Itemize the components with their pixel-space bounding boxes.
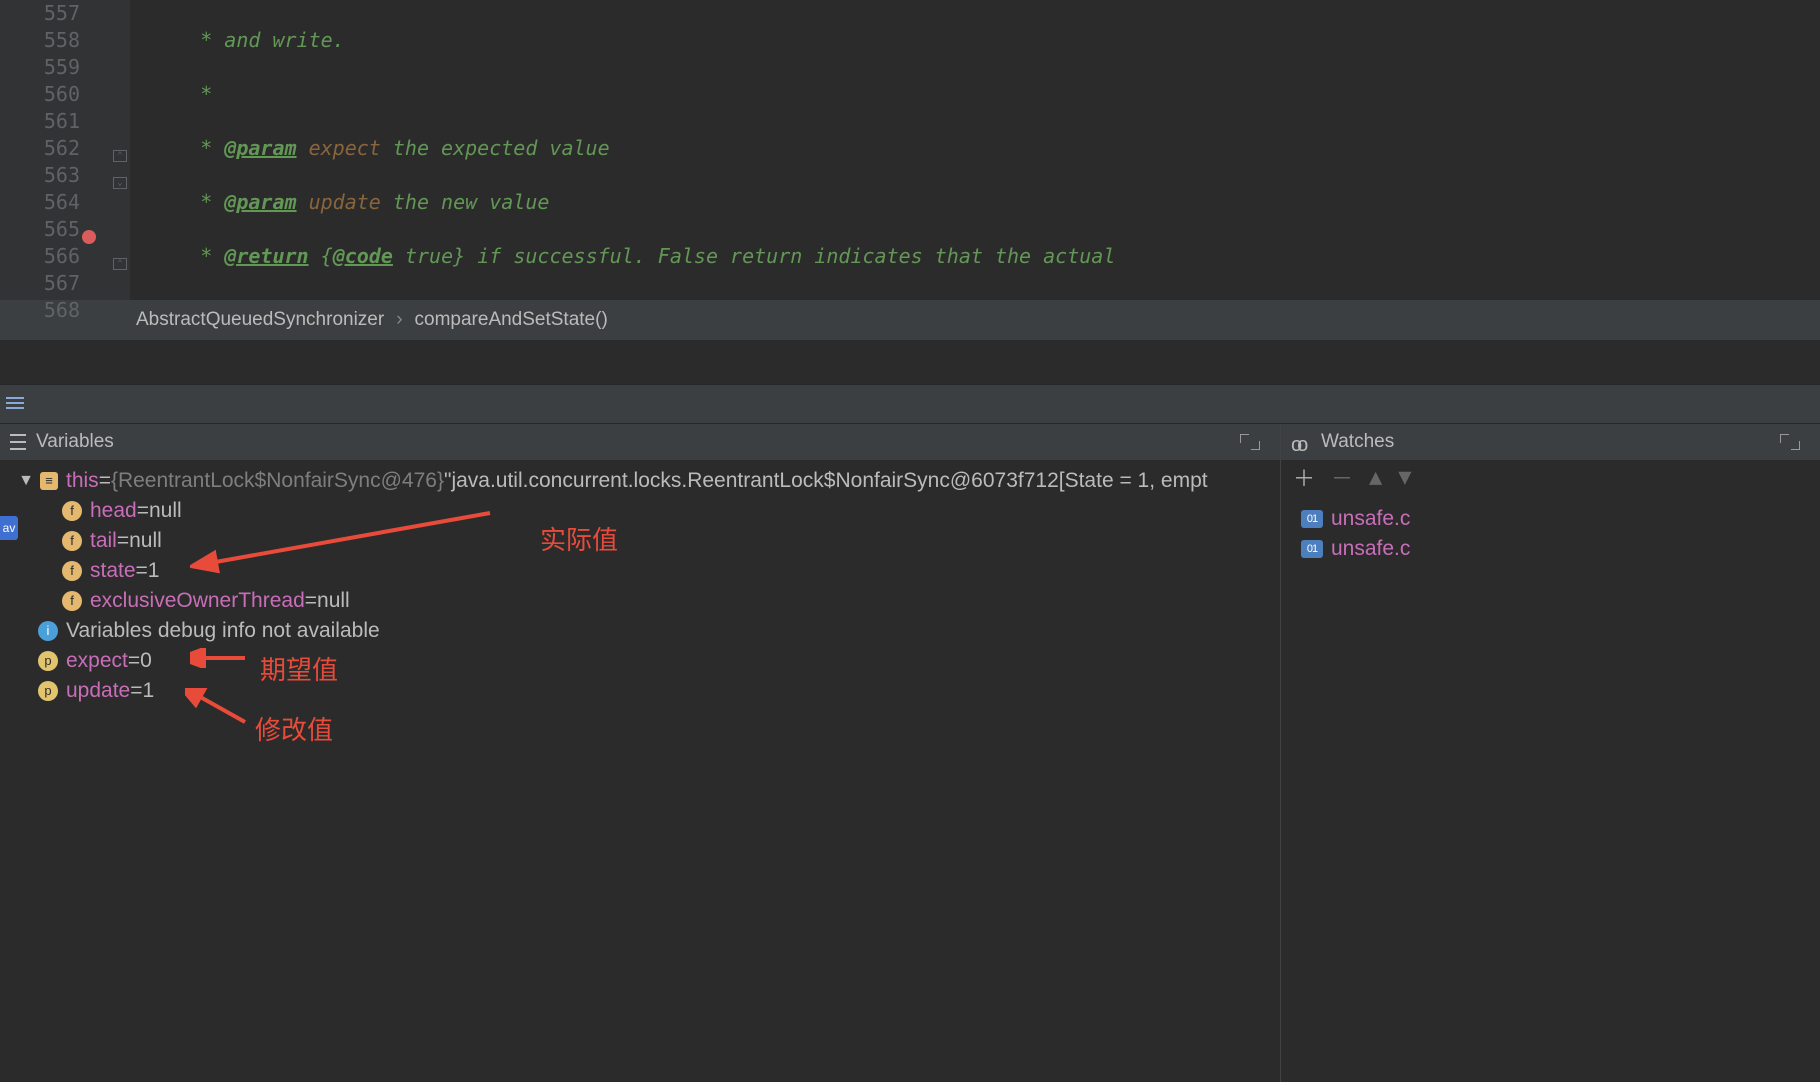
move-down-button[interactable]: ▼ <box>1398 465 1411 490</box>
variable-exclusive-owner-thread[interactable]: f exclusiveOwnerThread = null <box>0 586 1280 616</box>
line-number: 560 <box>0 81 80 108</box>
watches-header: oo Watches <box>1281 424 1820 460</box>
code-area[interactable]: * and write. * * @param expect the expec… <box>130 0 1820 300</box>
line-number: 558 <box>0 27 80 54</box>
watches-list[interactable]: 01 unsafe.c 01 unsafe.c <box>1281 494 1820 1082</box>
menu-icon[interactable] <box>10 434 26 450</box>
line-number: 557 <box>0 0 80 27</box>
remove-watch-button[interactable]: － <box>1331 461 1353 493</box>
breadcrumb[interactable]: AbstractQueuedSynchronizer › compareAndS… <box>0 300 1820 340</box>
field-badge-icon: f <box>62 561 82 581</box>
debug-toolstrip[interactable] <box>0 384 1820 424</box>
field-badge-icon: f <box>62 501 82 521</box>
settings-icon[interactable] <box>6 397 24 411</box>
watch-badge-icon: 01 <box>1301 510 1323 528</box>
variables-tree[interactable]: ▼ ≡ this = {ReentrantLock$NonfairSync@47… <box>0 460 1280 1082</box>
watch-item[interactable]: 01 unsafe.c <box>1301 504 1820 534</box>
line-number: 562 <box>0 135 80 162</box>
line-number: 568 <box>0 297 80 324</box>
line-number: 566 <box>0 243 80 270</box>
code-editor[interactable]: 557 558 559 560 561 562 563 564 565 566 … <box>0 0 1820 300</box>
move-up-button[interactable]: ▲ <box>1369 465 1382 490</box>
variable-head[interactable]: f head = null <box>0 496 1280 526</box>
param-badge-icon: p <box>38 651 58 671</box>
variable-state[interactable]: f state = 1 <box>0 556 1280 586</box>
watch-badge-icon: 01 <box>1301 540 1323 558</box>
watch-item[interactable]: 01 unsafe.c <box>1301 534 1820 564</box>
variables-header: Variables <box>0 424 1280 460</box>
line-number-gutter: 557 558 559 560 561 562 563 564 565 566 … <box>0 0 130 300</box>
breadcrumb-method[interactable]: compareAndSetState() <box>415 309 608 331</box>
variable-this[interactable]: ▼ ≡ this = {ReentrantLock$NonfairSync@47… <box>0 466 1280 496</box>
chevron-right-icon: › <box>396 309 402 331</box>
collapse-icon[interactable]: ▼ <box>18 466 34 496</box>
variable-tail[interactable]: f tail = null <box>0 526 1280 556</box>
expand-icon[interactable] <box>1240 434 1260 450</box>
line-number: 564 <box>0 189 80 216</box>
info-badge-icon: i <box>38 621 58 641</box>
glasses-icon: oo <box>1291 434 1311 450</box>
breakpoint-icon[interactable] <box>82 230 96 244</box>
fold-close-icon[interactable]: ⌃ <box>113 258 127 270</box>
debug-info-warning: i Variables debug info not available <box>0 616 1280 646</box>
param-badge-icon: p <box>38 681 58 701</box>
field-badge-icon: f <box>62 591 82 611</box>
variables-title: Variables <box>36 431 114 453</box>
fold-close-icon[interactable]: ⌃ <box>113 150 127 162</box>
line-number: 567 <box>0 270 80 297</box>
line-number: 559 <box>0 54 80 81</box>
fold-open-icon[interactable]: ⌄ <box>113 177 127 189</box>
variable-update[interactable]: p update = 1 <box>0 676 1280 706</box>
field-badge-icon: f <box>62 531 82 551</box>
line-number: 563 <box>0 162 80 189</box>
object-badge-icon: ≡ <box>40 472 58 490</box>
variable-expect[interactable]: p expect = 0 <box>0 646 1280 676</box>
line-number: 561 <box>0 108 80 135</box>
line-number: 565 <box>0 216 80 243</box>
watches-title: Watches <box>1321 431 1394 453</box>
watches-toolbar: ＋ － ▲ ▼ <box>1281 460 1820 494</box>
expand-icon[interactable] <box>1780 434 1800 450</box>
left-gutter-tag[interactable]: av <box>0 516 18 540</box>
breadcrumb-class[interactable]: AbstractQueuedSynchronizer <box>136 309 384 331</box>
add-watch-button[interactable]: ＋ <box>1293 461 1315 493</box>
